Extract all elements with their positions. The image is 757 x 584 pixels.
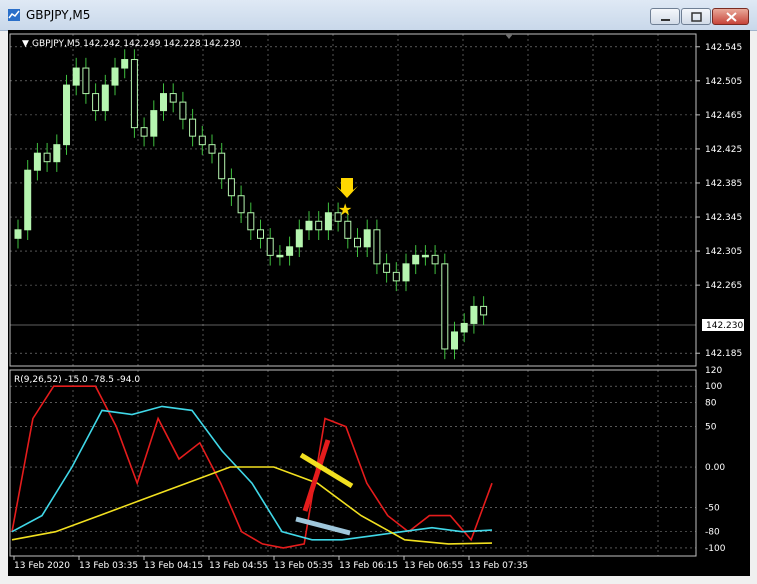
- time-tick-label: 13 Feb 04:15: [144, 561, 203, 571]
- candle-body: [14, 229, 22, 239]
- candle-body: [130, 59, 138, 129]
- candle-body: [354, 237, 361, 248]
- window-title: GBPJPY,M5: [26, 8, 91, 22]
- candle-body: [460, 322, 468, 333]
- price-chart[interactable]: ▼ GBPJPY,M5 142.242 142.249 142.228 142.…: [8, 30, 750, 576]
- candle-body: [160, 93, 167, 112]
- candle-body: [111, 67, 119, 86]
- candle-body: [451, 331, 458, 350]
- time-tick-label: 13 Feb 03:35: [79, 561, 138, 571]
- price-tick-label: 142.345: [705, 213, 742, 223]
- candle-body: [276, 254, 284, 258]
- candle-body: [101, 84, 109, 112]
- minimize-button[interactable]: [650, 8, 680, 25]
- maximize-button[interactable]: [681, 8, 711, 25]
- indicator-tick-label: 80: [705, 398, 717, 408]
- price-tick-label: 142.505: [705, 77, 742, 87]
- close-icon: [726, 12, 737, 22]
- candle-body: [315, 220, 323, 231]
- price-tick-label: 142.425: [705, 145, 742, 155]
- symbol-menu-arrow[interactable]: ▼: [22, 39, 29, 49]
- candle-body: [373, 229, 381, 265]
- candle-body: [383, 263, 391, 273]
- candle-body: [421, 254, 429, 258]
- time-tick-label: 13 Feb 04:55: [209, 561, 268, 571]
- indicator-tick-label: 0.00: [705, 463, 725, 473]
- indicator-tick-label: 120: [705, 366, 722, 376]
- candle-body: [218, 152, 226, 180]
- candle-body: [344, 220, 352, 239]
- time-tick-label: 13 Feb 07:35: [469, 561, 528, 571]
- candle-body: [295, 229, 303, 248]
- candle-body: [431, 254, 439, 265]
- candle-body: [227, 178, 235, 197]
- time-tick-label: 13 Feb 2020: [14, 561, 70, 571]
- candle-body: [412, 254, 420, 265]
- candle-body: [237, 195, 245, 214]
- indicator-header: R(9,26,52) -15.0 -78.5 -94.0: [14, 375, 140, 385]
- price-tick-label: 142.385: [705, 179, 742, 189]
- chart-window: GBPJPY,M5 ▼ GBPJPY,M5 142.242 142.249 14…: [0, 0, 757, 584]
- candle-body: [150, 110, 158, 137]
- price-tick-label: 142.185: [705, 349, 742, 359]
- candle-body: [305, 220, 313, 231]
- main-chart-header: GBPJPY,M5 142.242 142.249 142.228 142.23…: [32, 39, 241, 49]
- signal-star: ★: [338, 200, 352, 219]
- chart-background: [8, 30, 750, 576]
- candle-body: [169, 93, 177, 103]
- time-tick-label: 13 Feb 05:35: [274, 561, 333, 571]
- candle-body: [286, 246, 294, 256]
- candle-body: [63, 84, 70, 146]
- candle-body: [257, 229, 264, 239]
- candle-body: [33, 152, 41, 171]
- candle-body: [402, 263, 410, 282]
- candle-body: [208, 144, 216, 154]
- candle-body: [92, 93, 100, 112]
- candle-body: [53, 144, 61, 163]
- candle-body: [140, 127, 148, 137]
- chart-window-icon: [8, 9, 20, 21]
- indicator-tick-label: 100: [705, 382, 722, 392]
- candle-body: [72, 67, 80, 86]
- maximize-icon: [691, 12, 702, 22]
- candle-body: [82, 67, 90, 95]
- price-tick-label: 142.305: [705, 247, 742, 257]
- candle-body: [247, 212, 255, 231]
- candle-body: [363, 229, 371, 248]
- candle-body: [392, 271, 400, 282]
- indicator-tick-label: -100: [705, 544, 726, 554]
- time-tick-label: 13 Feb 06:55: [404, 561, 463, 571]
- candle-body: [470, 305, 478, 324]
- candle-body: [43, 152, 51, 163]
- candle-body: [324, 212, 332, 231]
- indicator-tick-label: 50: [705, 423, 717, 433]
- price-tick-label: 142.465: [705, 111, 742, 121]
- candle-body: [189, 118, 197, 137]
- indicator-tick-label: -50: [705, 503, 720, 513]
- price-tick-label: 142.265: [705, 281, 742, 291]
- candle-body: [121, 59, 129, 69]
- candle-body: [266, 237, 274, 256]
- minimize-icon: [661, 19, 670, 21]
- candle-body: [198, 135, 206, 146]
- candle-body: [24, 169, 32, 231]
- indicator-tick-label: -80: [705, 528, 720, 538]
- candle-body: [441, 263, 449, 350]
- candle-body: [179, 101, 187, 120]
- current-price-label: 142.230: [706, 321, 743, 331]
- candle-body: [480, 305, 488, 316]
- close-button[interactable]: [712, 8, 749, 25]
- title-bar[interactable]: GBPJPY,M5: [0, 0, 757, 31]
- time-tick-label: 13 Feb 06:15: [339, 561, 398, 571]
- price-tick-label: 142.545: [705, 43, 742, 53]
